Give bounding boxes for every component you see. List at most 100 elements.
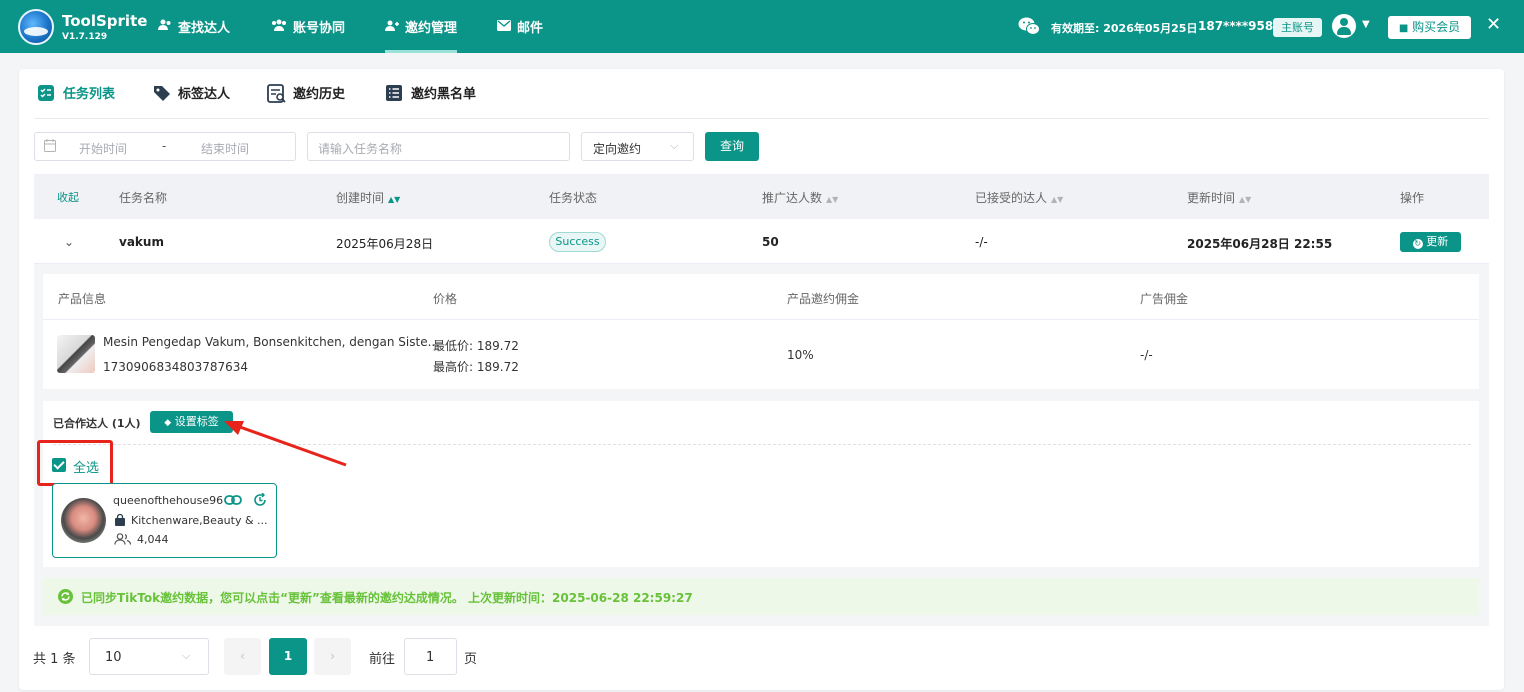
wechat-icon[interactable] <box>1018 16 1040 36</box>
product-table <box>43 274 1479 389</box>
task-name-input[interactable]: 请输入任务名称 <box>307 132 570 161</box>
list-icon <box>385 84 403 102</box>
nav-find-creators[interactable]: 查找达人 <box>158 0 230 53</box>
sort-icon[interactable]: ▲▼ <box>1239 195 1251 204</box>
caret-down-icon[interactable]: ▼ <box>1362 19 1370 30</box>
min-price: 最低价: 189.72 <box>433 339 519 353</box>
sort-icon[interactable]: ▲▼ <box>388 195 400 204</box>
link-icon[interactable] <box>224 494 242 509</box>
tab-divider <box>34 118 1489 119</box>
commission-value: 10% <box>787 348 814 362</box>
buy-membership-label: 购买会员 <box>1412 20 1461 34</box>
collapse-link[interactable]: 收起 <box>57 189 79 205</box>
calendar-icon <box>44 139 56 155</box>
tab-label: 邀约黑名单 <box>411 87 477 102</box>
goto-page-value: 1 <box>426 650 435 665</box>
users-icon <box>158 19 172 34</box>
app-version: V1.7.129 <box>62 32 108 42</box>
creator-avatar[interactable] <box>61 498 106 543</box>
col-updated-time[interactable]: 更新时间 ▲▼ <box>1187 189 1251 206</box>
chevron-down-icon: ⌵ <box>670 139 679 152</box>
followers-icon <box>114 533 132 548</box>
end-date-input[interactable]: 结束时间 <box>201 140 249 157</box>
date-separator: - <box>162 139 167 153</box>
page-1-button[interactable]: 1 <box>269 638 307 675</box>
created-time: 2025年06月28日 <box>336 237 434 251</box>
sort-icon[interactable]: ▲▼ <box>826 195 838 204</box>
buy-membership-button[interactable]: ■ 购买会员 <box>1388 16 1471 39</box>
nav-mail[interactable]: 邮件 <box>497 0 543 53</box>
nav-label: 邮件 <box>517 21 544 36</box>
tab-task-list[interactable]: 任务列表 <box>37 83 115 102</box>
refresh-icon: ↻ <box>1412 239 1423 249</box>
task-name: vakum <box>119 235 164 249</box>
creator-followers: 4,044 <box>137 533 169 546</box>
task-list-icon <box>37 84 55 102</box>
update-button[interactable]: ↻ 更新 <box>1400 232 1461 252</box>
nav-account-collab[interactable]: 账号协同 <box>271 0 345 53</box>
col-label: 已接受的达人 <box>975 191 1048 205</box>
col-label: 更新时间 <box>1187 191 1236 205</box>
col-task-status: 任务状态 <box>549 191 598 205</box>
promoted-count: 50 <box>762 235 779 249</box>
col-promoted-count[interactable]: 推广达人数 ▲▼ <box>762 189 838 206</box>
tab-tagged-creators[interactable]: 标签达人 <box>152 83 230 102</box>
product-title[interactable]: Mesin Pengedap Vakum, Bonsenkitchen, den… <box>103 335 439 349</box>
store-icon: ■ <box>1398 23 1409 34</box>
page-size-select[interactable]: 10 ⌵ <box>89 638 209 675</box>
ad-commission-value: -/- <box>1140 348 1153 362</box>
tab-invite-blacklist[interactable]: 邀约黑名单 <box>385 83 476 102</box>
invite-icon <box>385 19 399 34</box>
goto-page-input[interactable]: 1 <box>404 638 457 675</box>
update-label: 更新 <box>1426 235 1449 248</box>
tab-invite-history[interactable]: 邀约历史 <box>267 83 346 103</box>
tag-icon: ◆ <box>164 418 172 428</box>
nav-label: 查找达人 <box>178 21 231 36</box>
user-avatar-icon[interactable] <box>1332 14 1356 38</box>
history-search-icon <box>267 83 286 103</box>
creator-name[interactable]: queenofthehouse96 <box>113 494 223 507</box>
goto-label: 前往 <box>369 652 396 667</box>
page-unit-label: 页 <box>464 652 478 667</box>
col-task-name: 任务名称 <box>119 191 168 205</box>
start-date-input[interactable]: 开始时间 <box>79 140 127 157</box>
sync-notice-text: 已同步TikTok邀约数据，您可以点击“更新”查看最新的邀约达成情况。 上次更新… <box>81 591 693 605</box>
tab-label: 标签达人 <box>178 87 231 102</box>
sort-icon[interactable]: ▲▼ <box>1051 195 1063 204</box>
max-price: 最高价: 189.72 <box>433 360 519 374</box>
product-image[interactable] <box>57 335 95 373</box>
nav-label: 账号协同 <box>293 21 346 36</box>
col-label: 推广达人数 <box>762 191 823 205</box>
app-logo <box>18 9 54 45</box>
nav-label: 邀约管理 <box>405 21 458 36</box>
select-all-label[interactable]: 全选 <box>73 457 99 476</box>
tab-label: 邀约历史 <box>293 87 346 102</box>
col-commission: 产品邀约佣金 <box>787 292 860 306</box>
invite-type-value: 定向邀约 <box>593 142 642 156</box>
sync-icon <box>58 589 73 604</box>
history-icon[interactable] <box>253 492 267 510</box>
product-divider <box>43 319 1479 320</box>
date-range-picker[interactable]: 开始时间 - 结束时间 <box>34 132 296 161</box>
col-accepted-creators[interactable]: 已接受的达人 ▲▼ <box>975 189 1063 206</box>
total-count: 共 1 条 <box>33 652 76 667</box>
status-badge: Success <box>549 232 606 252</box>
query-button[interactable]: 查询 <box>705 132 759 161</box>
close-icon[interactable]: ✕ <box>1486 14 1501 35</box>
col-created-time[interactable]: 创建时间 ▲▼ <box>336 189 400 206</box>
next-page-button[interactable]: › <box>314 638 351 675</box>
main-account-badge[interactable]: 主账号 <box>1273 18 1322 37</box>
chevron-down-icon[interactable]: ⌄ <box>64 235 74 249</box>
prev-page-button[interactable]: ‹ <box>224 638 261 675</box>
mail-icon <box>497 19 511 34</box>
col-price: 价格 <box>433 292 458 306</box>
nav-invite-management[interactable]: 邀约管理 <box>385 0 458 53</box>
col-label: 创建时间 <box>336 191 385 205</box>
set-tag-label: 设置标签 <box>174 415 219 428</box>
col-ad-commission: 广告佣金 <box>1140 292 1189 306</box>
tab-label: 任务列表 <box>63 87 116 102</box>
select-all-checkbox[interactable] <box>52 458 66 472</box>
invite-type-select[interactable]: 定向邀约 ⌵ <box>581 132 694 161</box>
app-name: ToolSprite <box>62 12 148 30</box>
valid-until-text: 有效期至: 2026年05月25日 <box>1051 22 1198 35</box>
